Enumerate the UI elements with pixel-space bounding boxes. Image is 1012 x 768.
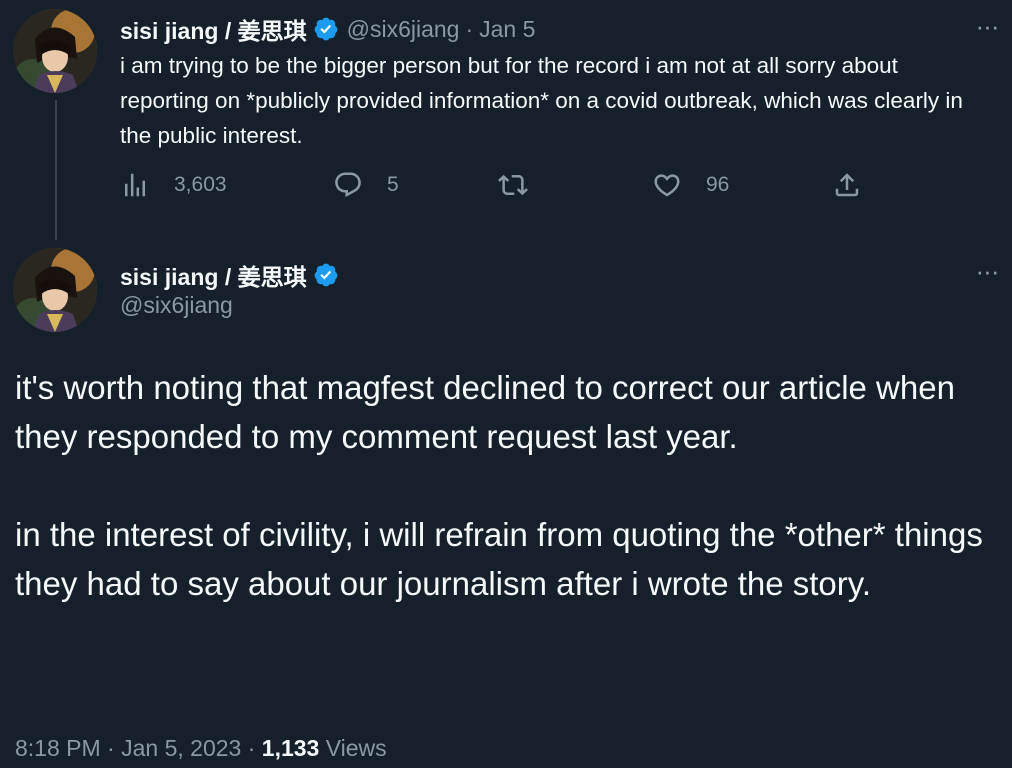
thread-connector-line [55, 100, 57, 240]
share-button[interactable] [832, 170, 862, 200]
tweet-paragraph: in the interest of civility, i will refr… [15, 516, 983, 602]
author-display-name[interactable]: sisi jiang / 姜思琪 [120, 12, 307, 46]
verified-badge-icon [313, 16, 339, 42]
heart-icon [654, 174, 680, 197]
views-button[interactable]: 3,603 [120, 170, 227, 200]
more-options-button[interactable]: ··· [970, 9, 1004, 43]
more-horizontal-icon: ··· [975, 10, 1000, 41]
retweet-icon [498, 174, 528, 196]
separator-dot: · [107, 735, 115, 761]
reply-tweet-text: i am trying to be the bigger person but … [120, 53, 963, 148]
tweet-actions-bar: 3,603 5 96 [120, 170, 880, 210]
retweet-button[interactable] [498, 170, 552, 200]
tweet-meta: 8:18 PM · Jan 5, 2023 · 1,133 Views [15, 735, 387, 762]
separator-dot: · [247, 735, 256, 761]
share-upload-icon [835, 173, 859, 197]
tweet-full-date[interactable]: Jan 5, 2023 [121, 735, 241, 761]
tweet-paragraph: it's worth noting that magfest declined … [15, 369, 955, 455]
reply-author-row: sisi jiang / 姜思琪 @six6jiang · Jan 5 [120, 12, 535, 46]
tweet-time[interactable]: 8:18 PM [15, 735, 101, 761]
author-display-name[interactable]: sisi jiang / 姜思琪 [120, 258, 307, 292]
main-tweet-text: it's worth noting that magfest declined … [15, 363, 1000, 608]
separator-dot: · [465, 15, 474, 42]
avatar-image [13, 9, 97, 93]
more-horizontal-icon: ··· [975, 255, 1000, 286]
views-label: Views [325, 735, 387, 761]
speech-bubble-icon [335, 172, 361, 198]
more-options-button[interactable]: ··· [970, 254, 1004, 288]
bar-chart-icon [125, 173, 145, 197]
like-button[interactable]: 96 [652, 170, 729, 200]
author-handle[interactable]: @six6jiang [347, 16, 460, 43]
views-count: 1,133 [261, 735, 320, 761]
avatar-image [13, 248, 97, 332]
tweet-date[interactable]: Jan 5 [479, 16, 535, 43]
tweet-thread: sisi jiang / 姜思琪 @six6jiang · Jan 5 ··· … [0, 0, 1012, 768]
avatar[interactable] [13, 248, 97, 332]
views-count: 3,603 [174, 173, 227, 196]
reply-count: 5 [387, 173, 399, 196]
author-handle[interactable]: @six6jiang [120, 292, 233, 319]
reply-button[interactable]: 5 [333, 170, 399, 200]
verified-badge-icon [313, 262, 339, 288]
like-count: 96 [706, 173, 730, 196]
main-author-row: sisi jiang / 姜思琪 [120, 258, 339, 292]
avatar[interactable] [13, 9, 97, 93]
